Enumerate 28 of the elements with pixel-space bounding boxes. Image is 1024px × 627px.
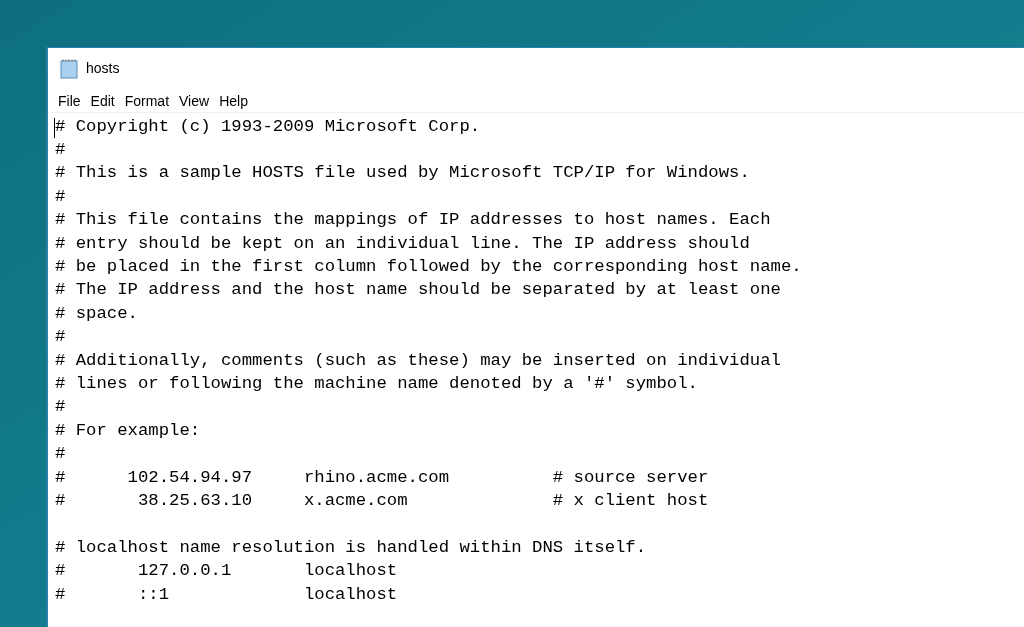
text-line: # <box>55 397 66 418</box>
menu-item[interactable]: File <box>54 90 85 111</box>
text-line: # lines or following the machine name denoted by a '#' symbol. <box>55 374 698 394</box>
text-line: # For example: <box>55 420 201 441</box>
text-line: # <box>55 140 66 161</box>
text-line: # ::1 localhost <box>55 584 398 605</box>
menu-item[interactable]: Help <box>215 90 252 111</box>
text-line: # space. <box>55 303 138 324</box>
menu-item[interactable]: View <box>175 90 214 111</box>
text-line: # <box>55 327 66 348</box>
text-line: # be placed in the first column followed by the corresponding host name. <box>55 257 802 278</box>
text-line: # This is a sample HOSTS file used by Microsoft TCP/IP for Windows. <box>55 163 750 184</box>
notepad-icon <box>60 58 78 79</box>
text-line: # 102.54.94.97 rhino.acme.com # source server <box>55 467 709 488</box>
text-line: # entry should be kept on an individual line. The IP address should <box>55 233 750 254</box>
text-line: # 38.25.63.10 x.acme.com # x client host <box>55 490 709 511</box>
text-line: # <box>55 186 66 207</box>
text-line: # This file contains the mappings of IP addresses to host names. Each <box>55 210 771 231</box>
text-line: # 127.0.0.1 localhost <box>55 561 398 582</box>
text-line: # Additionally, comments (such as these) may be inserted on individual <box>55 350 781 371</box>
menu-item[interactable]: Format <box>120 90 174 111</box>
window-title: hosts <box>86 59 120 78</box>
text-line: # Copyright (c) 1993-2009 Microsoft Corp. <box>55 116 481 137</box>
menu-item[interactable]: Edit <box>86 90 119 111</box>
text-line: # <box>55 444 66 465</box>
text-cursor <box>54 118 55 138</box>
text-line: # localhost name resolution is handled within DNS itself. <box>55 537 647 558</box>
text-line: # The IP address and the host name should be separated by at least one <box>55 280 781 301</box>
